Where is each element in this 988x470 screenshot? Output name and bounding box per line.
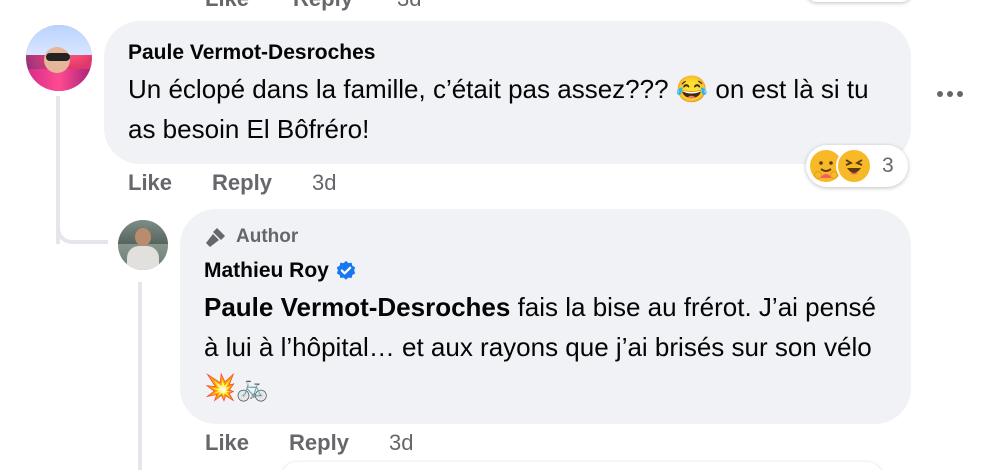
avatar[interactable] bbox=[118, 220, 168, 270]
laughing-emoji-icon: 😂 bbox=[675, 74, 709, 104]
haha-reaction-icon bbox=[836, 148, 872, 184]
thread-connector bbox=[56, 200, 108, 244]
reply-button[interactable]: Reply bbox=[293, 0, 353, 12]
comment-text: Paule Vermot-Desroches fais la bise au f… bbox=[204, 287, 887, 407]
comment-thread: Like Reply 3d Paule Vermot-Desroches Un … bbox=[0, 0, 988, 470]
previous-comment-actions: Like Reply 3d bbox=[205, 0, 421, 12]
more-options-button[interactable] bbox=[932, 80, 968, 108]
thread-line bbox=[138, 282, 142, 470]
comment-timestamp[interactable]: 3d bbox=[389, 430, 413, 456]
next-item-preview[interactable] bbox=[282, 462, 882, 470]
author-name[interactable]: Mathieu Roy bbox=[204, 257, 329, 285]
reactions-summary[interactable]: 3 bbox=[806, 145, 908, 187]
like-button[interactable]: Like bbox=[128, 170, 172, 196]
reaction-count: 3 bbox=[882, 154, 894, 177]
reply-actions: Like Reply 3d bbox=[205, 430, 413, 456]
author-name[interactable]: Paule Vermot-Desroches bbox=[128, 39, 375, 67]
like-button[interactable]: Like bbox=[205, 0, 249, 12]
user-mention-link[interactable]: Paule Vermot-Desroches bbox=[204, 292, 510, 322]
previous-reactions-pill[interactable] bbox=[806, 0, 912, 2]
reply-button[interactable]: Reply bbox=[212, 170, 272, 196]
author-badge-label: Author bbox=[236, 226, 299, 247]
like-button[interactable]: Like bbox=[205, 430, 249, 456]
bicycle-emoji-icon: 🚲 bbox=[236, 372, 269, 402]
author-badge: Author bbox=[204, 223, 887, 251]
comment-author[interactable]: Mathieu Roy bbox=[204, 257, 887, 285]
comment-author[interactable]: Paule Vermot-Desroches bbox=[128, 39, 887, 67]
comment-timestamp[interactable]: 3d bbox=[312, 170, 336, 196]
comment-text: Un éclopé dans la famille, c’était pas a… bbox=[128, 69, 887, 149]
reply-button[interactable]: Reply bbox=[289, 430, 349, 456]
comment-bubble: Paule Vermot-Desroches Un éclopé dans la… bbox=[104, 21, 911, 164]
microphone-icon bbox=[206, 228, 225, 247]
comment-timestamp: 3d bbox=[397, 0, 421, 12]
comment-actions: Like Reply 3d bbox=[128, 170, 336, 196]
collision-emoji-icon: 💥 bbox=[204, 372, 237, 402]
reply-bubble: Author Mathieu Roy Paule Vermot-Desroche… bbox=[180, 209, 911, 424]
avatar[interactable] bbox=[26, 25, 92, 91]
verified-badge-icon bbox=[336, 260, 356, 280]
